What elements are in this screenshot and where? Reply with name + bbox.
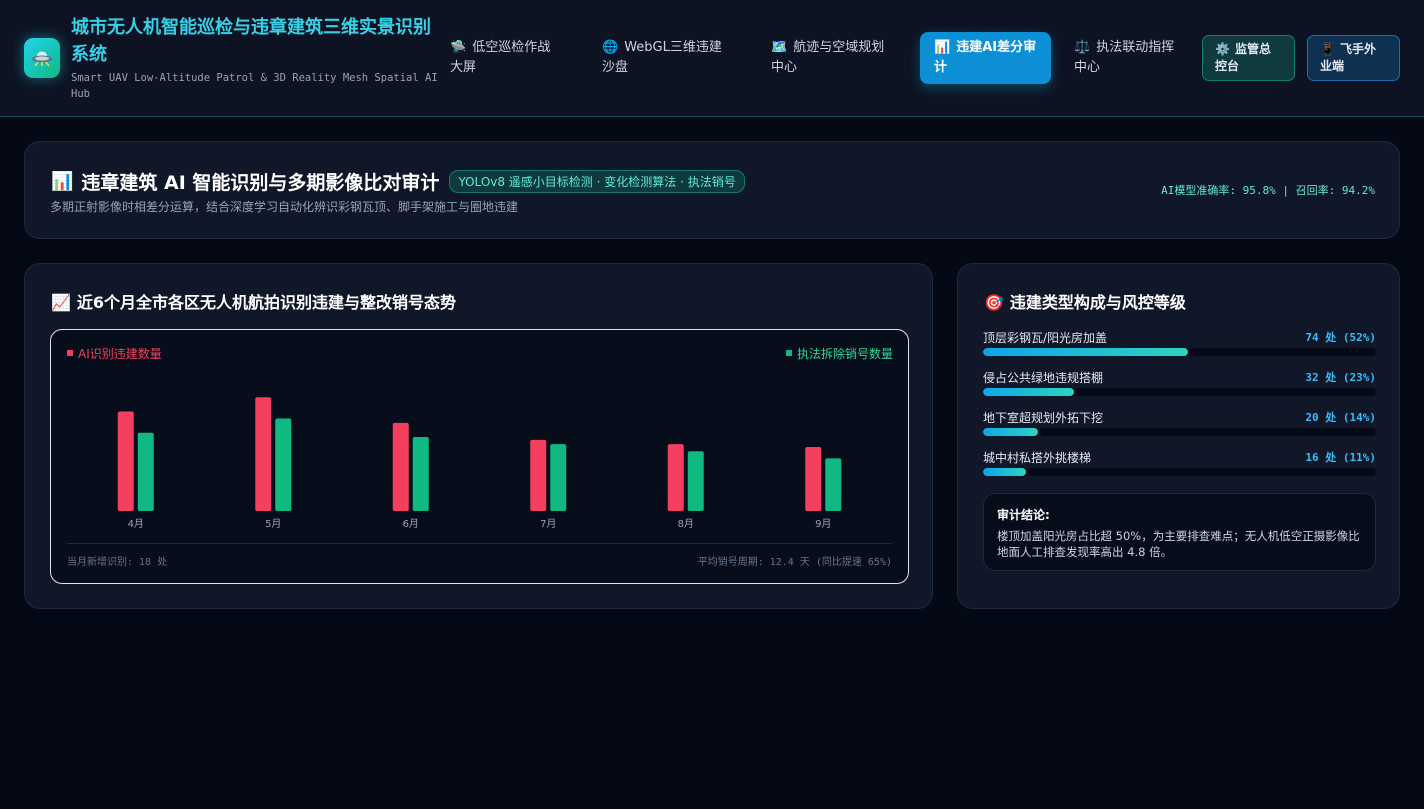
type-title-text: 违建类型构成与风控等级 [1009, 293, 1186, 312]
tab-route-planning[interactable]: 🗺️ 航迹与空域规划中心 [757, 32, 909, 84]
conclusion-text: 楼顶加盖阳光房占比超 50%，为主要排查难点；无人机低空正摄影像比地面人工排查发… [997, 529, 1360, 559]
type-value: 16 处 (11%) [1305, 451, 1376, 464]
legend-swatch [785, 350, 792, 356]
trend-chart: 4月 5月 6月 7月 8月 9月 AI识别违建数量 执法拆除销号数量 当月新增识别: 1… [50, 329, 909, 584]
type-item[interactable]: 顶层彩钢瓦/阳光房加盖 74 处 (52%) [983, 329, 1376, 356]
x-tick-label: 4月 [128, 518, 144, 530]
type-progress-fill [983, 388, 1074, 396]
x-tick-label: 9月 [815, 518, 831, 530]
type-progress-fill [983, 428, 1039, 436]
x-tick-label: 7月 [540, 518, 556, 530]
legend-demolished[interactable]: 执法拆除销号数量 [785, 345, 893, 362]
bar-demolished[interactable] [412, 437, 429, 511]
type-item[interactable]: 侵占公共绿地违规搭棚 32 处 (23%) [983, 369, 1376, 396]
type-value: 20 处 (14%) [1305, 411, 1376, 424]
type-progress-fill [983, 468, 1027, 476]
trend-chart-icon: 📈 [51, 293, 71, 312]
tab-patrol-screen[interactable]: 🛸 低空巡检作战大屏 [436, 32, 576, 84]
ufo-icon: 🛸 [450, 40, 467, 55]
gear-icon: ⚙️ [1215, 42, 1230, 56]
ufo-icon[interactable] [24, 38, 60, 78]
x-tick-label: 6月 [403, 518, 419, 530]
chart-icon: 📊 [51, 171, 74, 192]
type-progress-track [983, 348, 1376, 356]
model-metrics: AI模型准确率: 95.8% | 召回率: 94.2% [1161, 184, 1375, 197]
bar-ai-detected[interactable] [117, 411, 134, 511]
legend-swatch [67, 350, 73, 356]
type-value: 74 处 (52%) [1305, 331, 1376, 344]
pilot-field-button[interactable]: 📱 飞手外业端 [1307, 35, 1400, 81]
type-progress-fill [983, 348, 1188, 356]
bar-demolished[interactable] [825, 458, 842, 511]
type-value: 32 处 (23%) [1305, 371, 1376, 384]
page-title-text: 违章建筑 AI 智能识别与多期影像比对审计 [81, 172, 440, 194]
avg-closure-cycle: 平均销号周期: 12.4 天 (同比提速 65%) [697, 557, 892, 568]
legend-label: 执法拆除销号数量 [796, 347, 893, 361]
globe-icon: 🌐 [602, 40, 619, 55]
bar-demolished[interactable] [275, 418, 292, 511]
bar-ai-detected[interactable] [530, 439, 547, 511]
phone-icon: 📱 [1320, 42, 1335, 56]
target-icon: 🎯 [984, 293, 1004, 312]
bar-demolished[interactable] [550, 444, 567, 511]
scales-icon: ⚖️ [1074, 40, 1091, 55]
tab-label: WebGL三维违建沙盘 [602, 40, 722, 75]
map-icon: 🗺️ [771, 40, 788, 55]
trend-title: 📈 近6个月全市各区无人机航拍识别违建与整改销号态势 [51, 289, 456, 313]
tab-enforcement-center[interactable]: ⚖️ 执法联动指挥中心 [1060, 32, 1194, 84]
legend-label: AI识别违建数量 [78, 347, 162, 361]
page-description: 多期正射影像时相差分运算，结合深度学习自动化辨识彩钢瓦顶、脚手架施工与圈地违建 [50, 200, 519, 214]
type-progress-track [983, 428, 1376, 436]
x-tick-label: 5月 [265, 518, 281, 530]
app-title: 城市无人机智能巡检与违章建筑三维实景识别系统 [71, 17, 431, 65]
chart-icon: 📊 [934, 40, 951, 55]
type-progress-track [983, 468, 1376, 476]
x-tick-label: 8月 [678, 518, 694, 530]
bar-demolished[interactable] [137, 432, 154, 511]
bar-ai-detected[interactable] [667, 444, 684, 511]
trend-title-text: 近6个月全市各区无人机航拍识别违建与整改销号态势 [76, 293, 457, 312]
tab-ai-diff-audit[interactable]: 📊 违建AI差分审计 [920, 32, 1051, 84]
type-progress-track [983, 388, 1376, 396]
bar-ai-detected[interactable] [392, 422, 409, 511]
audit-conclusion: 审计结论: 楼顶加盖阳光房占比超 50%，为主要排查难点；无人机低空正摄影像比地… [983, 493, 1376, 571]
type-title: 🎯 违建类型构成与风控等级 [984, 289, 1186, 313]
bar-demolished[interactable] [687, 451, 704, 511]
trend-card: 📈 近6个月全市各区无人机航拍识别违建与整改销号态势 4月 5月 6月 7月 8月 9月 A… [24, 263, 933, 609]
monthly-new-count: 当月新增识别: 18 处 [67, 557, 168, 568]
page-title: 📊 违章建筑 AI 智能识别与多期影像比对审计 YOLOv8 遥感小目标检测 ·… [51, 168, 745, 195]
legend-ai-detected[interactable]: AI识别违建数量 [67, 345, 162, 362]
app-header: 城市无人机智能巡检与违章建筑三维实景识别系统 Smart UAV Low-Alt… [0, 0, 1424, 117]
type-composition-card: 🎯 违建类型构成与风控等级 顶层彩钢瓦/阳光房加盖 74 处 (52%) 侵占公共… [957, 263, 1400, 609]
supervision-console-button[interactable]: ⚙️ 监管总控台 [1202, 35, 1295, 81]
type-item[interactable]: 地下室超规划外拓下挖 20 处 (14%) [983, 409, 1376, 436]
bar-ai-detected[interactable] [805, 447, 822, 511]
tab-webgl-sandbox[interactable]: 🌐 WebGL三维违建沙盘 [588, 32, 746, 84]
audit-banner: 📊 违章建筑 AI 智能识别与多期影像比对审计 YOLOv8 遥感小目标检测 ·… [24, 141, 1400, 239]
conclusion-title: 审计结论: [997, 508, 1050, 522]
type-item[interactable]: 城中村私搭外挑楼梯 16 处 (11%) [983, 449, 1376, 476]
app-subtitle: Smart UAV Low-Altitude Patrol & 3D Reali… [71, 72, 438, 100]
bar-ai-detected[interactable] [255, 397, 272, 511]
chart-footer: 当月新增识别: 18 处 平均销号周期: 12.4 天 (同比提速 65%) [67, 543, 892, 568]
algorithm-tag: YOLOv8 遥感小目标检测 · 变化检测算法 · 执法销号 [449, 170, 745, 193]
tab-label: 航迹与空域规划中心 [771, 40, 885, 75]
